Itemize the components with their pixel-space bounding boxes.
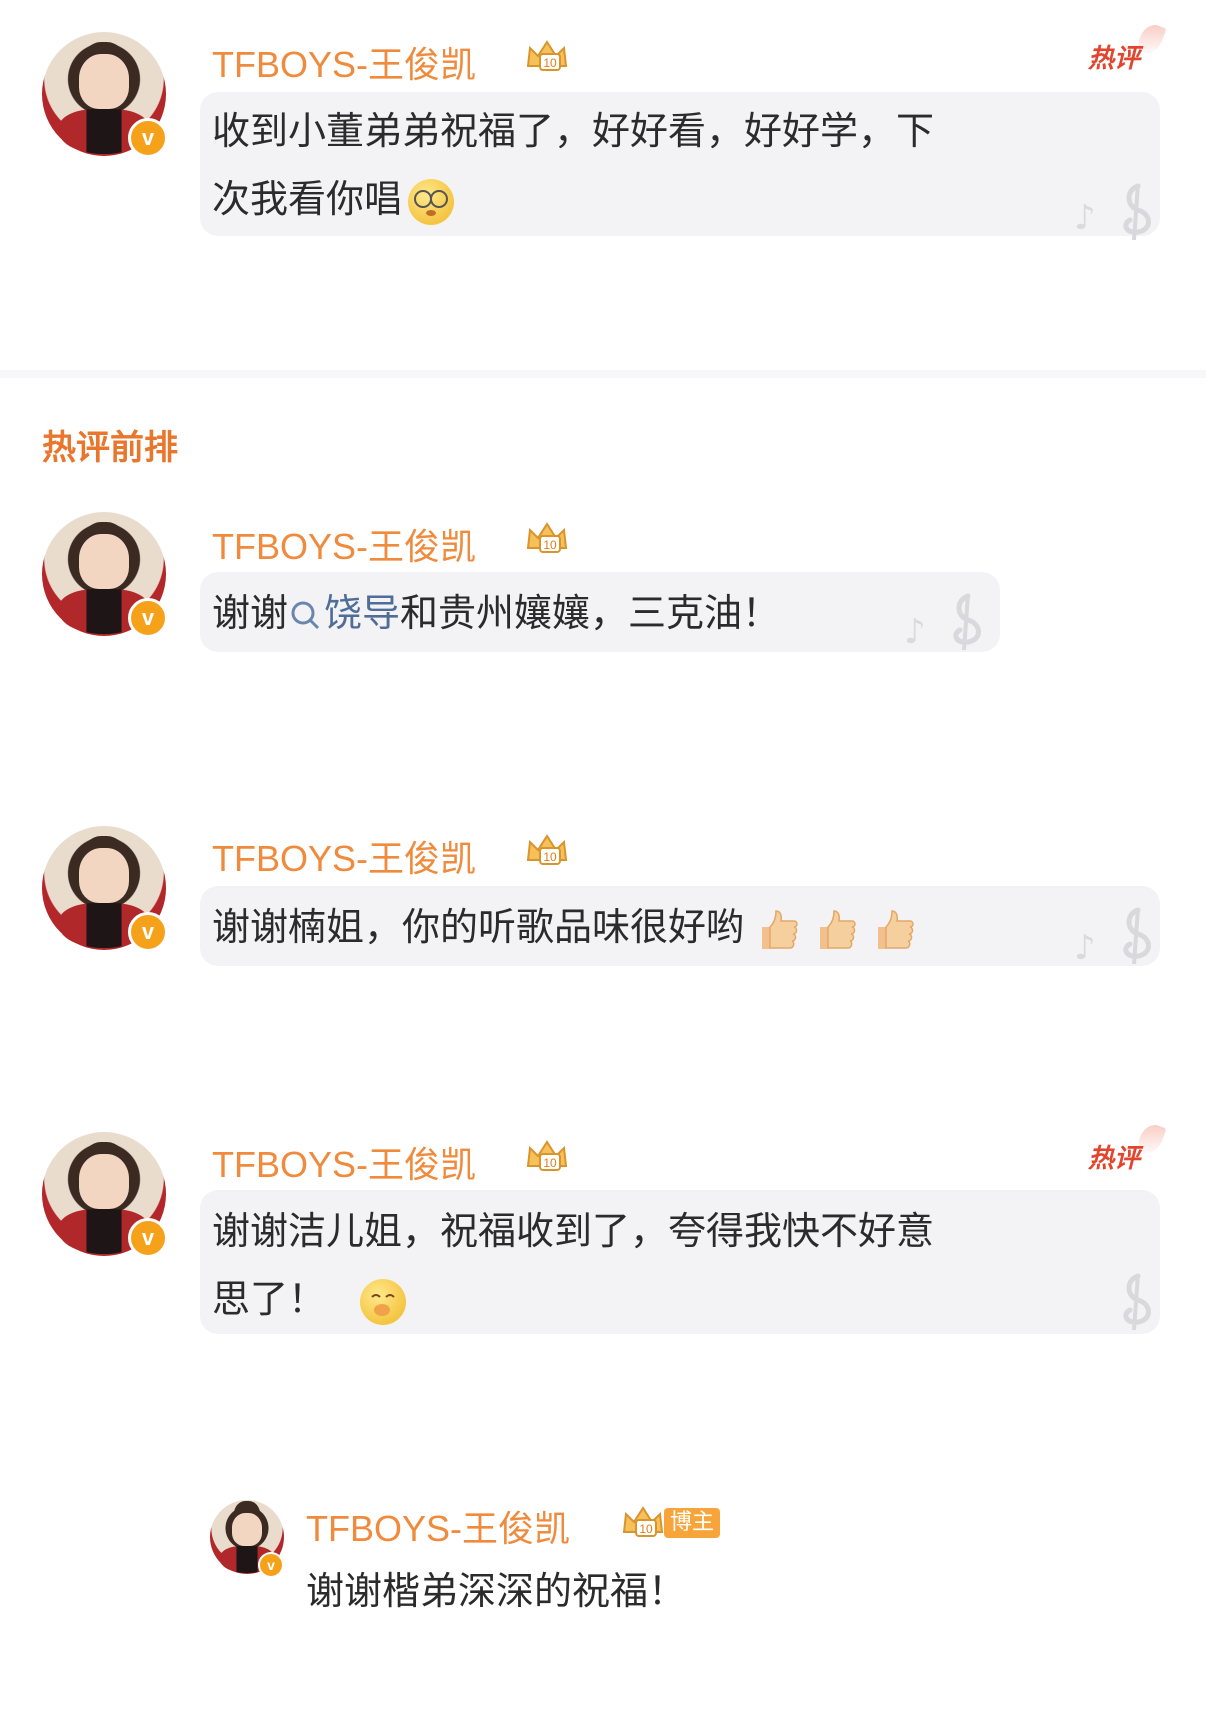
shy-face-emoji-icon bbox=[360, 1278, 407, 1325]
topic-link[interactable]: 饶导 bbox=[324, 591, 400, 635]
comment-text-line1: 谢谢洁儿姐，祝福收到了，夸得我快不好意 bbox=[212, 1209, 935, 1253]
comment-text-line1: 收到小董弟弟祝福了，好好看，好好学，下 bbox=[212, 109, 935, 153]
comment-text: 思了！ bbox=[212, 1277, 327, 1321]
treble-clef-icon bbox=[1123, 1273, 1151, 1331]
comment-text: 谢谢楠姐，你的听歌品味很好哟 bbox=[212, 905, 745, 949]
svg-text:10: 10 bbox=[543, 1156, 557, 1170]
verified-badge-icon: v bbox=[258, 1552, 284, 1578]
section-divider bbox=[0, 370, 1206, 378]
treble-clef-icon bbox=[1123, 907, 1151, 965]
music-note-icon: ♪ bbox=[904, 612, 926, 652]
section-title: 热评前排 bbox=[42, 428, 178, 468]
svg-text:10: 10 bbox=[543, 538, 557, 552]
treble-clef-icon bbox=[1123, 183, 1151, 241]
blogger-badge: 博主 bbox=[664, 1508, 721, 1538]
comment-text-line2: 次我看你唱 bbox=[212, 168, 455, 230]
comment-1: v TFBOYS-王俊凯 10 热评 收到小董弟弟祝福了，好好看，好好学，下 次… bbox=[0, 0, 1206, 330]
verified-badge-icon: v bbox=[128, 912, 168, 952]
crown-level-icon: 10 bbox=[526, 1140, 568, 1171]
crown-level-icon: 10 bbox=[526, 522, 568, 553]
thumbs-up-icon bbox=[820, 909, 856, 949]
username[interactable]: TFBOYS-王俊凯 bbox=[212, 518, 476, 570]
svg-text:10: 10 bbox=[543, 56, 557, 70]
glasses-emoji-icon bbox=[408, 178, 455, 225]
comment-text-prefix: 谢谢 bbox=[212, 591, 289, 635]
verified-badge-icon: v bbox=[128, 1218, 168, 1258]
treble-clef-icon bbox=[953, 593, 981, 651]
verified-badge-icon: v bbox=[128, 598, 168, 638]
comment-text: 次我看你唱 bbox=[212, 177, 403, 221]
hot-comment-label: 热评 bbox=[1088, 1144, 1141, 1174]
comment-5: v TFBOYS-王俊凯 10 博主 谢谢楷弟深深的祝福！ bbox=[0, 0, 1206, 1613]
search-icon bbox=[291, 601, 320, 629]
verified-badge-icon: v bbox=[128, 118, 168, 158]
svg-text:10: 10 bbox=[543, 850, 557, 864]
hot-flame-icon bbox=[1135, 1121, 1167, 1157]
comment-text: 谢谢楷弟深深的祝福！ bbox=[306, 1569, 687, 1613]
comment-text-line2: 思了！ bbox=[212, 1268, 407, 1330]
username[interactable]: TFBOYS-王俊凯 bbox=[212, 36, 476, 88]
username[interactable]: TFBOYS-王俊凯 bbox=[212, 1136, 476, 1188]
crown-level-icon: 10 bbox=[526, 834, 568, 865]
svg-text:10: 10 bbox=[639, 1522, 653, 1536]
comment-text-suffix: 和贵州孃孃，三克油！ bbox=[400, 591, 781, 635]
music-note-icon: ♪ bbox=[1074, 198, 1096, 238]
hot-comment-label: 热评 bbox=[1088, 44, 1141, 74]
thumbs-up-icon bbox=[762, 909, 798, 949]
username[interactable]: TFBOYS-王俊凯 bbox=[212, 830, 476, 882]
comment-text: 谢谢 饶导和贵州孃孃，三克油！ bbox=[212, 582, 780, 644]
music-note-icon: ♪ bbox=[1074, 928, 1096, 968]
crown-level-icon: 10 bbox=[526, 40, 568, 71]
crown-level-icon: 10 bbox=[622, 1506, 664, 1537]
hot-flame-icon bbox=[1135, 21, 1167, 57]
username[interactable]: TFBOYS-王俊凯 bbox=[306, 1500, 570, 1552]
thumbs-up-icon bbox=[878, 909, 914, 949]
comment-text-row: 谢谢楠姐，你的听歌品味很好哟 bbox=[212, 896, 930, 958]
